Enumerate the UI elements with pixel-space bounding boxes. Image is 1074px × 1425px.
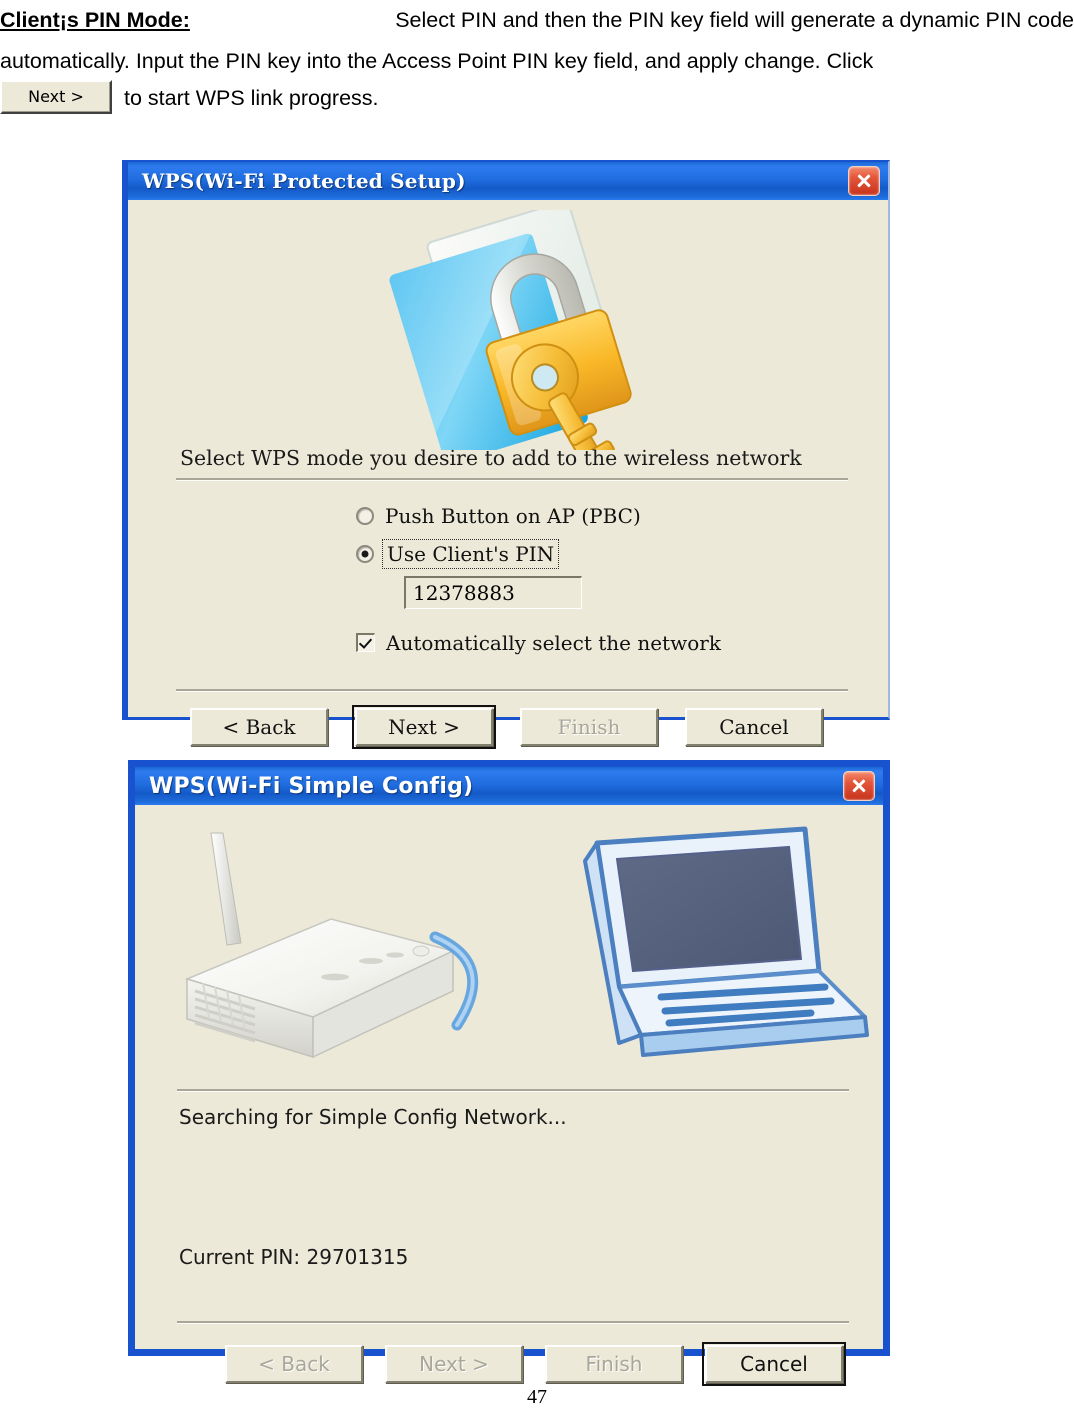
back-button[interactable]: < Back <box>190 708 328 746</box>
dialog2-title: WPS(Wi-Fi Simple Config) <box>149 773 474 799</box>
paragraph-line-3: to start WPS link progress. <box>124 86 379 110</box>
back-button: < Back <box>225 1345 363 1383</box>
radio-icon-client-pin[interactable] <box>356 544 374 563</box>
close-icon[interactable] <box>848 166 880 196</box>
cancel-button[interactable]: Cancel <box>685 708 823 746</box>
dialog2-titlebar[interactable]: WPS(Wi-Fi Simple Config) <box>135 767 883 805</box>
current-pin-text: Current PIN: 29701315 <box>179 1245 409 1269</box>
paragraph-line-1-text: Select PIN and then the PIN key field wi… <box>395 8 1074 32</box>
cancel-button[interactable]: Cancel <box>702 1342 846 1386</box>
inline-next-button[interactable]: Next > <box>0 80 112 114</box>
checkbox-icon-auto-select[interactable] <box>356 633 375 652</box>
radio-icon-pbc[interactable] <box>356 506 374 525</box>
pin-code-input[interactable]: 12378883 <box>404 576 582 609</box>
client-pin-mode-label: Client¡s PIN Mode: <box>0 8 190 32</box>
divider-top <box>176 478 848 481</box>
dialog1-prompt: Select WPS mode you desire to add to the… <box>180 446 802 470</box>
search-status-text: Searching for Simple Config Network... <box>179 1105 567 1129</box>
radio-option-client-pin[interactable]: Use Client's PIN <box>356 538 721 569</box>
wps-mode-options: Push Button on AP (PBC) Use Client's PIN… <box>356 500 721 665</box>
dialog1-title: WPS(Wi-Fi Protected Setup) <box>142 169 466 193</box>
close-icon[interactable] <box>843 771 875 801</box>
divider-top <box>177 1089 849 1092</box>
lock-and-key-icon <box>128 200 888 476</box>
wps-protected-setup-dialog: WPS(Wi-Fi Protected Setup) Select WPS mo… <box>122 160 890 749</box>
dialog2-body: Searching for Simple Config Network... C… <box>135 805 883 1386</box>
divider-bottom <box>176 689 848 692</box>
inline-next-button-figure: Next > <box>0 80 112 116</box>
finish-button: Finish <box>545 1345 683 1383</box>
radio-label-client-pin: Use Client's PIN <box>381 538 560 569</box>
auto-select-network-option[interactable]: Automatically select the network <box>356 627 721 658</box>
page-number: 47 <box>527 1386 547 1408</box>
dialog1-button-row: < Back Next > Finish Cancel <box>190 705 823 749</box>
paragraph-line-2: automatically. Input the PIN key into th… <box>0 49 874 73</box>
next-button: Next > <box>385 1345 523 1383</box>
dialog1-titlebar[interactable]: WPS(Wi-Fi Protected Setup) <box>128 162 888 200</box>
instruction-paragraph: Client¡s PIN Mode: Select PIN and then t… <box>0 0 1074 82</box>
radio-label-pbc: Push Button on AP (PBC) <box>385 503 641 528</box>
router-laptop-illustration <box>135 811 883 1066</box>
dialog1-body: Select WPS mode you desire to add to the… <box>128 200 888 749</box>
dialog2-button-row: < Back Next > Finish Cancel <box>225 1342 846 1386</box>
paragraph-line-1: Client¡s PIN Mode: Select PIN and then t… <box>0 0 1074 41</box>
checkbox-label-auto-select: Automatically select the network <box>386 630 721 655</box>
next-button[interactable]: Next > <box>352 705 496 749</box>
wps-simple-config-dialog: WPS(Wi-Fi Simple Config) Searching for S… <box>128 760 890 1386</box>
divider-bottom <box>177 1321 849 1324</box>
finish-button: Finish <box>520 708 658 746</box>
radio-option-pbc[interactable]: Push Button on AP (PBC) <box>356 500 721 531</box>
